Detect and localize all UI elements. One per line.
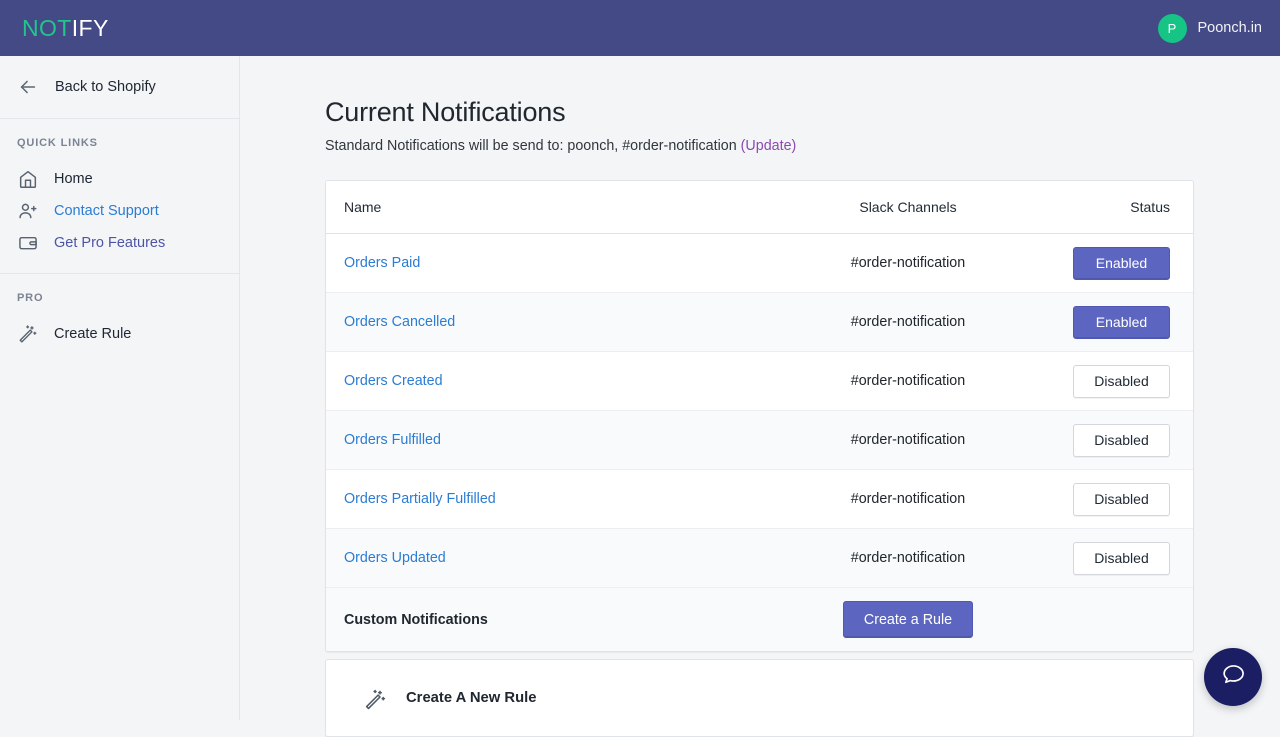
status-toggle-button[interactable]: Enabled: [1073, 247, 1170, 280]
page-subtitle-text: Standard Notifications will be send to: …: [325, 138, 741, 154]
chat-bubble-icon: [1220, 661, 1247, 693]
custom-notifications-label: Custom Notifications: [344, 612, 749, 628]
sidebar-item-create-rule[interactable]: Create Rule: [0, 318, 239, 350]
table-header-row: Name Slack Channels Status: [326, 181, 1193, 234]
cell-slack-channel: #order-notification: [749, 255, 1067, 271]
sidebar: Back to Shopify QUICK LINKS Home Conta: [0, 56, 240, 720]
sidebar-section-pro: PRO Create Rule: [0, 274, 239, 364]
back-to-shopify-label: Back to Shopify: [55, 79, 156, 95]
cell-slack-channel: #order-notification: [749, 373, 1067, 389]
cell-notification-name: Orders Created: [344, 372, 749, 390]
table-row: Orders Cancelled #order-notification Enabl…: [326, 293, 1193, 352]
custom-notifications-row: Custom Notifications Create a Rule: [326, 588, 1193, 651]
arrow-left-icon: [17, 76, 39, 98]
cell-notification-name: Orders Paid: [344, 254, 749, 272]
column-header-channels: Slack Channels: [749, 199, 1067, 215]
notification-name-link[interactable]: Orders Fulfilled: [344, 432, 441, 448]
sidebar-section-quick-links: QUICK LINKS Home Contact Support: [0, 119, 239, 274]
home-icon: [17, 168, 39, 190]
column-header-name: Name: [344, 199, 749, 215]
cell-slack-channel: #order-notification: [749, 432, 1067, 448]
top-bar: NOTIFY P Poonch.in: [0, 0, 1280, 56]
cell-status: Disabled: [1067, 424, 1175, 457]
notification-name-link[interactable]: Orders Partially Fulfilled: [344, 491, 496, 507]
notification-name-link[interactable]: Orders Cancelled: [344, 314, 455, 330]
cell-notification-name: Orders Cancelled: [344, 313, 749, 331]
update-link[interactable]: (Update): [741, 138, 797, 154]
logo-text-secondary: IFY: [72, 15, 109, 41]
main-content: Current Notifications Standard Notificat…: [241, 56, 1280, 720]
user-menu[interactable]: P Poonch.in: [1158, 14, 1263, 43]
wallet-icon: [17, 232, 39, 254]
notifications-table-card: Name Slack Channels Status Orders Paid #o…: [325, 180, 1194, 652]
create-new-rule-label: Create A New Rule: [406, 690, 536, 706]
table-body: Orders Paid#order-notificationEnabledOrd…: [326, 234, 1193, 588]
status-toggle-button[interactable]: Disabled: [1073, 542, 1170, 575]
cell-status: Disabled: [1067, 542, 1175, 575]
logo-text-primary: NOT: [22, 15, 72, 41]
chat-widget-button[interactable]: [1204, 648, 1262, 706]
status-toggle-button[interactable]: Disabled: [1073, 483, 1170, 516]
cell-slack-channel: #order-notification: [749, 314, 1067, 330]
cell-status: Enabled: [1067, 306, 1175, 339]
sidebar-item-label: Home: [54, 171, 93, 187]
table-row: Orders Updated #order-notification Disable…: [326, 529, 1193, 588]
magic-wand-icon: [17, 323, 39, 345]
sidebar-item-contact-support[interactable]: Contact Support: [0, 195, 239, 227]
cell-slack-channel: #order-notification: [749, 550, 1067, 566]
contact-support-icon: [17, 200, 39, 222]
cell-status: Disabled: [1067, 365, 1175, 398]
sidebar-item-label: Contact Support: [54, 203, 159, 219]
avatar: P: [1158, 14, 1187, 43]
notification-name-link[interactable]: Orders Created: [344, 373, 443, 389]
app-logo[interactable]: NOTIFY: [22, 15, 109, 42]
status-toggle-button[interactable]: Disabled: [1073, 365, 1170, 398]
back-to-shopify-link[interactable]: Back to Shopify: [0, 56, 239, 119]
cell-notification-name: Orders Fulfilled: [344, 431, 749, 449]
sidebar-item-get-pro-features[interactable]: Get Pro Features: [0, 227, 239, 259]
status-toggle-button[interactable]: Enabled: [1073, 306, 1170, 339]
create-new-rule-card[interactable]: Create A New Rule: [325, 659, 1194, 737]
cell-status: Disabled: [1067, 483, 1175, 516]
cell-notification-name: Orders Partially Fulfilled: [344, 490, 749, 508]
table-row: Orders Partially Fulfilled #order-notific…: [326, 470, 1193, 529]
table-row: Orders Created #order-notification Disable…: [326, 352, 1193, 411]
cell-status: Enabled: [1067, 247, 1175, 280]
notification-name-link[interactable]: Orders Paid: [344, 255, 420, 271]
magic-wand-icon: [363, 687, 385, 709]
page-subtitle: Standard Notifications will be send to: …: [325, 138, 1194, 154]
table-row: Orders Paid #order-notification Enabled: [326, 234, 1193, 293]
status-toggle-button[interactable]: Disabled: [1073, 424, 1170, 457]
custom-notifications-action: Create a Rule: [749, 601, 1067, 638]
create-a-rule-button[interactable]: Create a Rule: [843, 601, 973, 638]
sidebar-heading-quick-links: QUICK LINKS: [0, 137, 239, 149]
cell-notification-name: Orders Updated: [344, 549, 749, 567]
column-header-status: Status: [1067, 199, 1175, 215]
sidebar-item-label: Get Pro Features: [54, 235, 165, 251]
cell-slack-channel: #order-notification: [749, 491, 1067, 507]
notification-name-link[interactable]: Orders Updated: [344, 550, 446, 566]
sidebar-item-label: Create Rule: [54, 326, 131, 342]
table-row: Orders Fulfilled #order-notification Disab…: [326, 411, 1193, 470]
page-title: Current Notifications: [325, 97, 1194, 128]
sidebar-item-home[interactable]: Home: [0, 163, 239, 195]
sidebar-heading-pro: PRO: [0, 292, 239, 304]
user-name: Poonch.in: [1198, 20, 1263, 36]
